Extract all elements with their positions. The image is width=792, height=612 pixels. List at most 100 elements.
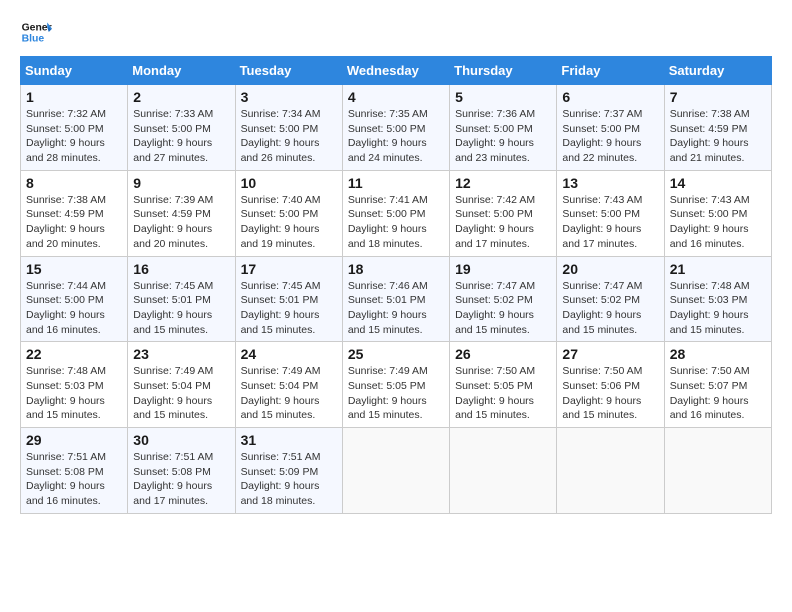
calendar-day-cell: 10 Sunrise: 7:40 AM Sunset: 5:00 PM Dayli… bbox=[235, 170, 342, 256]
day-number: 8 bbox=[26, 175, 122, 191]
weekday-header-friday: Friday bbox=[557, 57, 664, 85]
calendar-day-cell: 24 Sunrise: 7:49 AM Sunset: 5:04 PM Dayli… bbox=[235, 342, 342, 428]
day-info: Sunrise: 7:39 AM Sunset: 4:59 PM Dayligh… bbox=[133, 193, 229, 252]
day-info: Sunrise: 7:49 AM Sunset: 5:04 PM Dayligh… bbox=[133, 364, 229, 423]
logo: General Blue bbox=[20, 16, 52, 48]
weekday-header-row: SundayMondayTuesdayWednesdayThursdayFrid… bbox=[21, 57, 772, 85]
day-info: Sunrise: 7:48 AM Sunset: 5:03 PM Dayligh… bbox=[26, 364, 122, 423]
day-number: 2 bbox=[133, 89, 229, 105]
day-number: 5 bbox=[455, 89, 551, 105]
day-number: 29 bbox=[26, 432, 122, 448]
day-info: Sunrise: 7:47 AM Sunset: 5:02 PM Dayligh… bbox=[562, 279, 658, 338]
day-info: Sunrise: 7:43 AM Sunset: 5:00 PM Dayligh… bbox=[670, 193, 766, 252]
day-number: 10 bbox=[241, 175, 337, 191]
day-number: 16 bbox=[133, 261, 229, 277]
day-number: 7 bbox=[670, 89, 766, 105]
header: General Blue bbox=[20, 16, 772, 48]
day-info: Sunrise: 7:49 AM Sunset: 5:05 PM Dayligh… bbox=[348, 364, 444, 423]
calendar-day-cell: 7 Sunrise: 7:38 AM Sunset: 4:59 PM Daylig… bbox=[664, 85, 771, 171]
calendar-day-cell: 18 Sunrise: 7:46 AM Sunset: 5:01 PM Dayli… bbox=[342, 256, 449, 342]
weekday-header-wednesday: Wednesday bbox=[342, 57, 449, 85]
calendar-day-cell: 15 Sunrise: 7:44 AM Sunset: 5:00 PM Dayli… bbox=[21, 256, 128, 342]
day-number: 11 bbox=[348, 175, 444, 191]
calendar-day-cell: 21 Sunrise: 7:48 AM Sunset: 5:03 PM Dayli… bbox=[664, 256, 771, 342]
day-info: Sunrise: 7:50 AM Sunset: 5:05 PM Dayligh… bbox=[455, 364, 551, 423]
day-info: Sunrise: 7:37 AM Sunset: 5:00 PM Dayligh… bbox=[562, 107, 658, 166]
day-number: 17 bbox=[241, 261, 337, 277]
weekday-header-sunday: Sunday bbox=[21, 57, 128, 85]
day-info: Sunrise: 7:51 AM Sunset: 5:08 PM Dayligh… bbox=[26, 450, 122, 509]
calendar-day-cell: 1Sunrise: 7:32 AM Sunset: 5:00 PM Daylig… bbox=[21, 85, 128, 171]
day-info: Sunrise: 7:46 AM Sunset: 5:01 PM Dayligh… bbox=[348, 279, 444, 338]
calendar-day-cell: 23 Sunrise: 7:49 AM Sunset: 5:04 PM Dayli… bbox=[128, 342, 235, 428]
day-number: 12 bbox=[455, 175, 551, 191]
day-info: Sunrise: 7:43 AM Sunset: 5:00 PM Dayligh… bbox=[562, 193, 658, 252]
day-number: 28 bbox=[670, 346, 766, 362]
day-info: Sunrise: 7:32 AM Sunset: 5:00 PM Dayligh… bbox=[26, 107, 122, 166]
calendar-day-cell bbox=[557, 428, 664, 514]
day-info: Sunrise: 7:33 AM Sunset: 5:00 PM Dayligh… bbox=[133, 107, 229, 166]
calendar-day-cell: 8 Sunrise: 7:38 AM Sunset: 4:59 PM Daylig… bbox=[21, 170, 128, 256]
day-info: Sunrise: 7:36 AM Sunset: 5:00 PM Dayligh… bbox=[455, 107, 551, 166]
day-number: 24 bbox=[241, 346, 337, 362]
calendar-week-row: 8 Sunrise: 7:38 AM Sunset: 4:59 PM Daylig… bbox=[21, 170, 772, 256]
calendar-day-cell: 19Sunrise: 7:47 AM Sunset: 5:02 PM Dayli… bbox=[450, 256, 557, 342]
day-number: 23 bbox=[133, 346, 229, 362]
day-info: Sunrise: 7:51 AM Sunset: 5:09 PM Dayligh… bbox=[241, 450, 337, 509]
day-info: Sunrise: 7:34 AM Sunset: 5:00 PM Dayligh… bbox=[241, 107, 337, 166]
calendar-day-cell: 28 Sunrise: 7:50 AM Sunset: 5:07 PM Dayli… bbox=[664, 342, 771, 428]
calendar-day-cell: 14 Sunrise: 7:43 AM Sunset: 5:00 PM Dayli… bbox=[664, 170, 771, 256]
calendar-week-row: 15 Sunrise: 7:44 AM Sunset: 5:00 PM Dayli… bbox=[21, 256, 772, 342]
day-info: Sunrise: 7:44 AM Sunset: 5:00 PM Dayligh… bbox=[26, 279, 122, 338]
day-number: 31 bbox=[241, 432, 337, 448]
day-info: Sunrise: 7:38 AM Sunset: 4:59 PM Dayligh… bbox=[26, 193, 122, 252]
day-info: Sunrise: 7:42 AM Sunset: 5:00 PM Dayligh… bbox=[455, 193, 551, 252]
calendar-day-cell: 30Sunrise: 7:51 AM Sunset: 5:08 PM Dayli… bbox=[128, 428, 235, 514]
calendar-day-cell: 12 Sunrise: 7:42 AM Sunset: 5:00 PM Dayli… bbox=[450, 170, 557, 256]
logo-icon: General Blue bbox=[20, 16, 52, 48]
day-info: Sunrise: 7:45 AM Sunset: 5:01 PM Dayligh… bbox=[241, 279, 337, 338]
day-info: Sunrise: 7:48 AM Sunset: 5:03 PM Dayligh… bbox=[670, 279, 766, 338]
day-number: 18 bbox=[348, 261, 444, 277]
day-info: Sunrise: 7:40 AM Sunset: 5:00 PM Dayligh… bbox=[241, 193, 337, 252]
day-info: Sunrise: 7:50 AM Sunset: 5:06 PM Dayligh… bbox=[562, 364, 658, 423]
day-number: 27 bbox=[562, 346, 658, 362]
calendar-day-cell: 31 Sunrise: 7:51 AM Sunset: 5:09 PM Dayli… bbox=[235, 428, 342, 514]
day-number: 20 bbox=[562, 261, 658, 277]
calendar-day-cell: 22 Sunrise: 7:48 AM Sunset: 5:03 PM Dayli… bbox=[21, 342, 128, 428]
day-number: 21 bbox=[670, 261, 766, 277]
calendar-day-cell: 17 Sunrise: 7:45 AM Sunset: 5:01 PM Dayli… bbox=[235, 256, 342, 342]
calendar-day-cell: 6Sunrise: 7:37 AM Sunset: 5:00 PM Daylig… bbox=[557, 85, 664, 171]
calendar-week-row: 29 Sunrise: 7:51 AM Sunset: 5:08 PM Dayli… bbox=[21, 428, 772, 514]
calendar-day-cell: 20 Sunrise: 7:47 AM Sunset: 5:02 PM Dayli… bbox=[557, 256, 664, 342]
weekday-header-tuesday: Tuesday bbox=[235, 57, 342, 85]
calendar-day-cell bbox=[664, 428, 771, 514]
day-info: Sunrise: 7:51 AM Sunset: 5:08 PM Dayligh… bbox=[133, 450, 229, 509]
calendar-day-cell: 5 Sunrise: 7:36 AM Sunset: 5:00 PM Daylig… bbox=[450, 85, 557, 171]
day-number: 14 bbox=[670, 175, 766, 191]
calendar-day-cell: 27 Sunrise: 7:50 AM Sunset: 5:06 PM Dayli… bbox=[557, 342, 664, 428]
calendar-day-cell: 25Sunrise: 7:49 AM Sunset: 5:05 PM Dayli… bbox=[342, 342, 449, 428]
calendar-day-cell: 26Sunrise: 7:50 AM Sunset: 5:05 PM Dayli… bbox=[450, 342, 557, 428]
day-number: 22 bbox=[26, 346, 122, 362]
calendar-day-cell: 3 Sunrise: 7:34 AM Sunset: 5:00 PM Daylig… bbox=[235, 85, 342, 171]
calendar-day-cell bbox=[342, 428, 449, 514]
day-info: Sunrise: 7:41 AM Sunset: 5:00 PM Dayligh… bbox=[348, 193, 444, 252]
weekday-header-saturday: Saturday bbox=[664, 57, 771, 85]
day-number: 3 bbox=[241, 89, 337, 105]
calendar-table: SundayMondayTuesdayWednesdayThursdayFrid… bbox=[20, 56, 772, 514]
day-info: Sunrise: 7:38 AM Sunset: 4:59 PM Dayligh… bbox=[670, 107, 766, 166]
day-info: Sunrise: 7:50 AM Sunset: 5:07 PM Dayligh… bbox=[670, 364, 766, 423]
day-number: 15 bbox=[26, 261, 122, 277]
weekday-header-thursday: Thursday bbox=[450, 57, 557, 85]
day-number: 9 bbox=[133, 175, 229, 191]
calendar-day-cell: 16Sunrise: 7:45 AM Sunset: 5:01 PM Dayli… bbox=[128, 256, 235, 342]
calendar-day-cell: 29 Sunrise: 7:51 AM Sunset: 5:08 PM Dayli… bbox=[21, 428, 128, 514]
day-info: Sunrise: 7:47 AM Sunset: 5:02 PM Dayligh… bbox=[455, 279, 551, 338]
calendar-day-cell: 2 Sunrise: 7:33 AM Sunset: 5:00 PM Daylig… bbox=[128, 85, 235, 171]
day-number: 4 bbox=[348, 89, 444, 105]
calendar-day-cell: 9 Sunrise: 7:39 AM Sunset: 4:59 PM Daylig… bbox=[128, 170, 235, 256]
svg-text:Blue: Blue bbox=[22, 34, 45, 45]
day-info: Sunrise: 7:49 AM Sunset: 5:04 PM Dayligh… bbox=[241, 364, 337, 423]
calendar-week-row: 22 Sunrise: 7:48 AM Sunset: 5:03 PM Dayli… bbox=[21, 342, 772, 428]
